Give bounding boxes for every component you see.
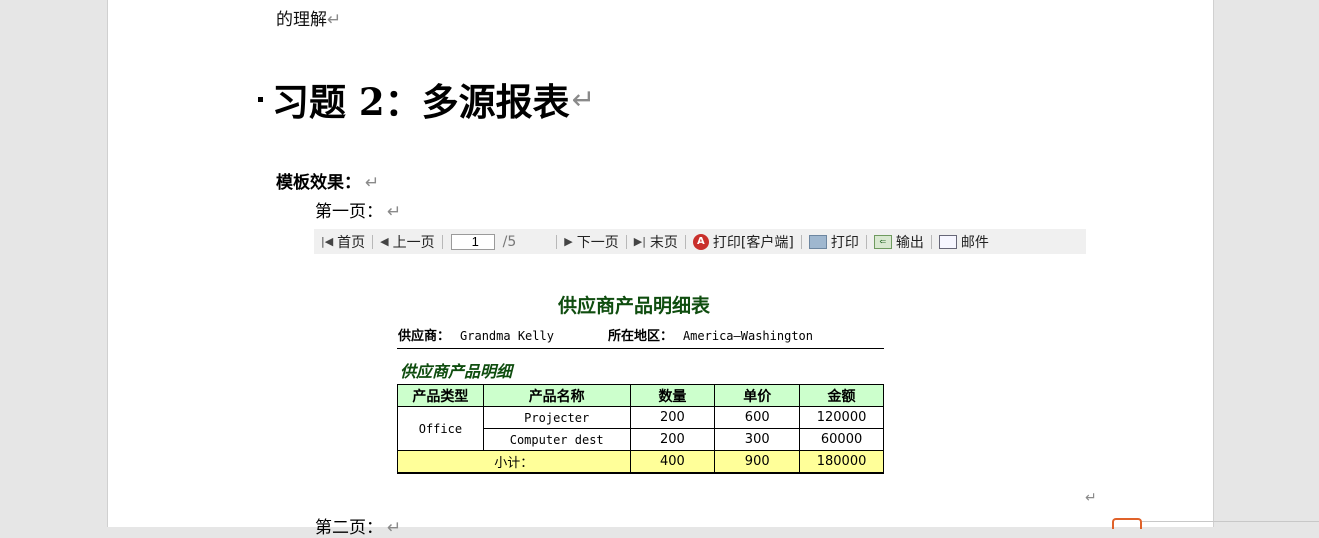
- column-header: 产品名称: [482, 384, 631, 407]
- product-name-cell: Projecter: [482, 406, 631, 429]
- subtotal-label-cell: 小计：: [397, 450, 631, 474]
- template-label-text: 模板效果：: [276, 173, 361, 193]
- column-header: 数量: [629, 384, 716, 407]
- section-heading: 习题 2：多源报表 ↵: [258, 72, 595, 126]
- qty-cell: 200: [629, 428, 716, 451]
- category-cell: Office: [397, 406, 484, 451]
- column-header: 单价: [714, 384, 801, 407]
- paragraph-mark: ↵: [327, 10, 342, 30]
- print-client-button[interactable]: A 打印[客户端]: [686, 232, 801, 252]
- column-header: 金额: [799, 384, 884, 407]
- paragraph-mark: ↵: [1085, 490, 1097, 506]
- paragraph-text: 的理解: [276, 10, 327, 30]
- document-page: 的理解↵ 习题 2：多源报表 ↵ 模板效果： ↵ 第一页： ↵ |◀ 首页 ◀ 上一…: [107, 0, 1319, 538]
- next-page-button[interactable]: ▶ 下一页: [557, 232, 625, 252]
- paragraph-mark: ↵: [365, 173, 380, 193]
- qty-cell: 200: [629, 406, 716, 429]
- region-value: America—Washington: [682, 329, 813, 343]
- export-label: 输出: [895, 234, 924, 251]
- last-page-button[interactable]: ▶| 末页: [627, 232, 685, 252]
- page-total: /5: [502, 233, 517, 250]
- paragraph-mark: ↵: [387, 202, 402, 222]
- mail-icon: [938, 234, 957, 249]
- heading-text: 习题 2：多源报表: [272, 80, 570, 124]
- supplier-label: 供应商：: [398, 329, 451, 344]
- next-page-label: 下一页: [576, 234, 619, 251]
- first-page-button[interactable]: |◀ 首页: [314, 232, 372, 252]
- first-page-icon: |◀: [321, 235, 334, 248]
- subtotal-price-cell: 900: [714, 450, 801, 474]
- toolbar-divider: [1142, 521, 1319, 522]
- report-section-title: 供应商产品明细: [400, 362, 513, 381]
- page-number-input[interactable]: [450, 233, 495, 250]
- printer-icon: [808, 234, 827, 249]
- subtotal-qty-cell: 400: [629, 450, 716, 474]
- toolbar-divider: [441, 234, 443, 249]
- amount-cell: 60000: [799, 428, 884, 451]
- report-divider: [397, 348, 884, 349]
- prev-page-button[interactable]: ◀ 上一页: [373, 232, 441, 252]
- heading-bullet: [258, 96, 263, 102]
- page2-label-text: 第二页：: [315, 518, 383, 538]
- prev-page-label: 上一页: [392, 234, 435, 251]
- price-cell: 300: [714, 428, 801, 451]
- resize-handle[interactable]: [1112, 518, 1142, 529]
- table-row: Office Projecter 200 600 120000: [397, 406, 884, 451]
- price-cell: 600: [714, 406, 801, 429]
- next-page-icon: ▶: [564, 235, 573, 248]
- product-table: 产品类型 产品名称 数量 单价 金额 Office Projecter 200 …: [397, 384, 884, 474]
- prev-page-icon: ◀: [380, 235, 389, 248]
- export-icon: ⇐: [873, 234, 892, 249]
- report-title: 供应商产品明细表: [558, 295, 711, 317]
- page1-label-text: 第一页：: [315, 202, 383, 222]
- print-client-label: 打印[客户端]: [712, 234, 794, 251]
- table-header-row: 产品类型 产品名称 数量 单价 金额: [397, 384, 884, 407]
- subtotal-amount-cell: 180000: [799, 450, 884, 474]
- paragraph-top: 的理解↵: [276, 5, 341, 30]
- column-header: 产品类型: [397, 384, 484, 407]
- amount-cell: 120000: [799, 406, 884, 429]
- paragraph-mark: ↵: [387, 518, 402, 538]
- page2-label: 第二页： ↵: [315, 513, 401, 538]
- region-label: 所在地区：: [607, 329, 673, 344]
- product-name-cell: Computer dest: [482, 428, 631, 451]
- print-button[interactable]: 打印: [802, 232, 866, 252]
- report-info: 供应商： Grandma Kelly 所在地区： America—Washington: [398, 325, 813, 344]
- subtotal-row: 小计： 400 900 180000: [397, 450, 884, 474]
- print-label: 打印: [830, 234, 859, 251]
- paragraph-mark: ↵: [571, 82, 596, 116]
- pdf-print-icon: A: [692, 233, 709, 250]
- last-page-icon: ▶|: [633, 235, 646, 248]
- last-page-label: 末页: [649, 234, 678, 251]
- report-toolbar: |◀ 首页 ◀ 上一页 /5 ▶ 下一页 ▶| 末页 A 打印[客户端] 打印: [314, 229, 1086, 254]
- mail-button[interactable]: 邮件: [932, 232, 996, 252]
- template-label: 模板效果： ↵: [276, 168, 379, 193]
- supplier-value: Grandma Kelly: [460, 329, 554, 343]
- export-button[interactable]: ⇐ 输出: [867, 232, 931, 252]
- page1-label: 第一页： ↵: [315, 197, 401, 222]
- first-page-label: 首页: [337, 234, 366, 251]
- mail-label: 邮件: [960, 234, 989, 251]
